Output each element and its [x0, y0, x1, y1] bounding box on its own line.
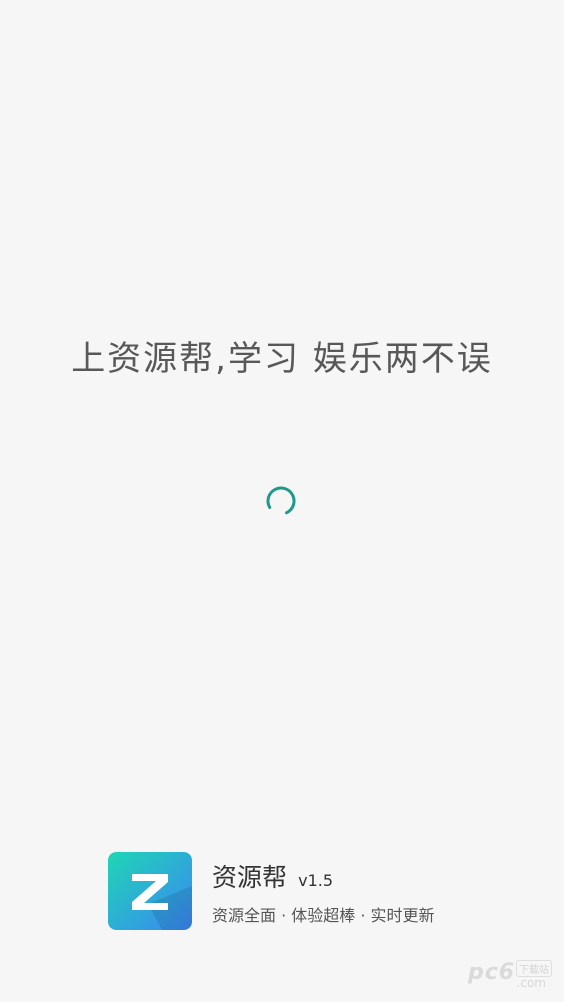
app-version: v1.5: [298, 871, 334, 890]
loading-spinner-icon: [266, 486, 296, 516]
watermark: pc6 下载站 .com: [468, 958, 552, 992]
watermark-domain: .com: [516, 976, 546, 990]
brand-block: 资源帮 v1.5 资源全面 · 体验超棒 · 实时更新: [108, 852, 528, 932]
watermark-brand: pc6: [468, 960, 516, 985]
app-tagline: 资源全面 · 体验超棒 · 实时更新: [212, 906, 435, 925]
app-logo-icon: [108, 852, 192, 930]
app-name: 资源帮: [212, 863, 288, 892]
splash-screen: 上资源帮,学习 娱乐两不误 资源帮 v1.5 资源全面 · 体验超棒 · 实时更…: [0, 0, 564, 1002]
watermark-cn-label: 下载站: [516, 960, 552, 977]
app-title-row: 资源帮 v1.5: [212, 858, 333, 894]
slogan-text: 上资源帮,学习 娱乐两不误: [71, 339, 493, 379]
